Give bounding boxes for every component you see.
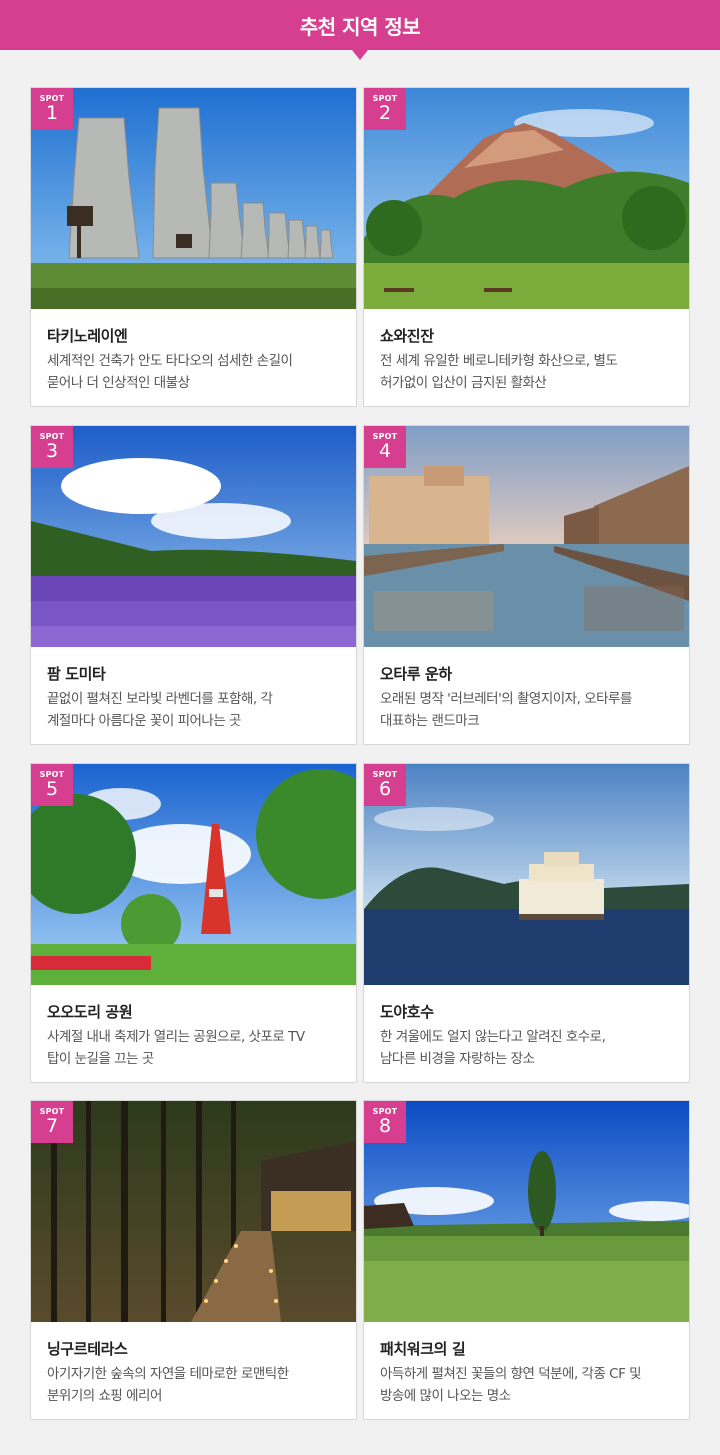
spot-description: 아득하게 펼쳐진 꽃들의 향연 덕분에, 각종 CF 및 방송에 많이 나오는 … (380, 1366, 642, 1404)
spot-card-3[interactable]: SPOT 3 팜 도미타 끝없이 펼쳐진 보라빛 라벤더를 포함해, 각 계절마… (30, 425, 357, 745)
spot-card-6[interactable]: SPOT 6 도야호수 한 겨울에도 얼지 않는다고 알려진 호수로, 남다른 … (363, 763, 690, 1083)
spot-description: 세계적인 건축가 안도 타다오의 섬세한 손길이 묻어나 더 인상적인 대불상 (47, 353, 293, 391)
header-pointer-arrow (352, 50, 368, 60)
spot-card-1[interactable]: SPOT 1 타키노레이엔 세계적인 건축가 안도 타다오의 섬세한 손길이 묻… (30, 87, 357, 407)
spot-badge: SPOT 6 (364, 764, 406, 806)
spot-title: 타키노레이엔 (47, 327, 128, 345)
spot-description: 한 겨울에도 얼지 않는다고 알려진 호수로, 남다른 비경을 자랑하는 장소 (380, 1029, 606, 1067)
spot-card-7[interactable]: SPOT 7 닝구르테라스 아기자기한 숲속의 자연을 테마로한 로맨틱한 분위… (30, 1100, 357, 1420)
spot-title: 쇼와진잔 (380, 327, 434, 345)
section-header: 추천 지역 정보 (0, 0, 720, 50)
spot-title: 오오도리 공원 (47, 1003, 133, 1021)
spot-badge: SPOT 4 (364, 426, 406, 468)
spot-photo-canal (364, 426, 689, 647)
spot-photo-moai-statues (31, 88, 356, 309)
spot-card-8[interactable]: SPOT 8 패치워크의 길 아득하게 펼쳐진 꽃들의 향연 덕분에, 각종 C… (363, 1100, 690, 1420)
spot-description: 전 세계 유일한 베로니테카형 화산으로, 별도 허가없이 입산이 금지된 활화… (380, 353, 618, 391)
spot-title: 팜 도미타 (47, 665, 106, 683)
spot-photo-forest-terrace (31, 1101, 356, 1322)
spot-description: 아기자기한 숲속의 자연을 테마로한 로맨틱한 분위기의 쇼핑 에리어 (47, 1366, 289, 1404)
spot-photo-lavender-field (31, 426, 356, 647)
spot-badge: SPOT 5 (31, 764, 73, 806)
section-title: 추천 지역 정보 (299, 14, 421, 39)
spot-description: 오래된 명작 '러브레터'의 촬영지이자, 오타루를 대표하는 랜드마크 (380, 691, 632, 729)
spot-badge: SPOT 8 (364, 1101, 406, 1143)
spot-title: 오타루 운하 (380, 665, 452, 683)
spot-card-2[interactable]: SPOT 2 쇼와진잔 전 세계 유일한 베로니테카형 화산으로, 별도 허가없… (363, 87, 690, 407)
spot-badge: SPOT 7 (31, 1101, 73, 1143)
spot-photo-patchwork-fields (364, 1101, 689, 1322)
spot-badge: SPOT 2 (364, 88, 406, 130)
spot-card-4[interactable]: SPOT 4 오타루 운하 오래된 명작 '러브레터'의 촬영지이자, 오타루를… (363, 425, 690, 745)
spot-title: 닝구르테라스 (47, 1340, 128, 1358)
spot-title: 도야호수 (380, 1003, 434, 1021)
spot-badge: SPOT 1 (31, 88, 73, 130)
spot-photo-volcano (364, 88, 689, 309)
spot-description: 사계절 내내 축제가 열리는 공원으로, 삿포로 TV 탑이 눈길을 끄는 곳 (47, 1029, 305, 1067)
spot-badge: SPOT 3 (31, 426, 73, 468)
spot-card-5[interactable]: SPOT 5 오오도리 공원 사계절 내내 축제가 열리는 공원으로, 삿포로 … (30, 763, 357, 1083)
spot-description: 끝없이 펼쳐진 보라빛 라벤더를 포함해, 각 계절마다 아름다운 꽃이 피어나… (47, 691, 273, 729)
spot-title: 패치워크의 길 (380, 1340, 466, 1358)
spot-photo-tv-tower-park (31, 764, 356, 985)
spot-photo-lake-cruise (364, 764, 689, 985)
